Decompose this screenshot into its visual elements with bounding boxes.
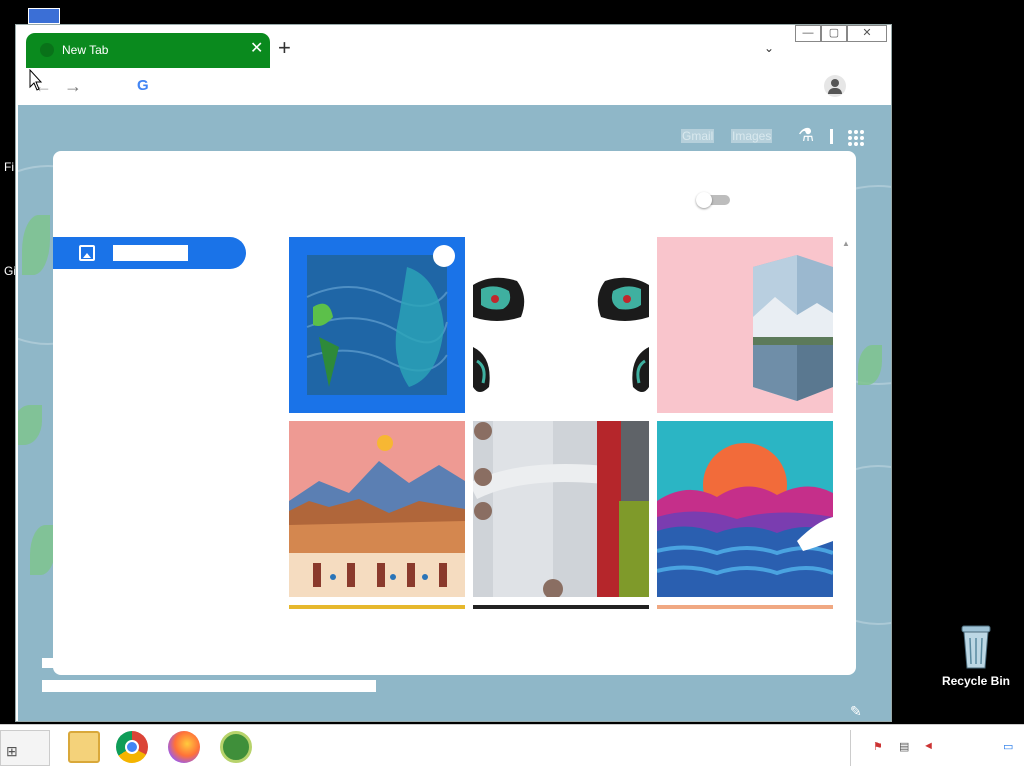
image-icon [79, 245, 95, 261]
background-leaf [18, 405, 42, 445]
tab-favicon-icon [40, 43, 54, 57]
tab-title: New Tab [62, 43, 109, 57]
tab-strip: New Tab ✕ + ⌄ — ▢ ✕ [16, 25, 891, 69]
background-tile-partial[interactable] [289, 605, 465, 609]
divider [830, 129, 833, 144]
background-tile-abstract[interactable] [473, 421, 649, 597]
background-tile-partial[interactable] [473, 605, 649, 609]
sidebar-item-label [113, 245, 188, 261]
selected-check-icon [433, 245, 455, 267]
browser-window: New Tab ✕ + ⌄ — ▢ ✕ ← → G Gmail Images ⚗… [15, 24, 892, 722]
green-app-icon[interactable] [220, 731, 252, 763]
mouse-cursor-icon [29, 69, 43, 91]
maximize-button[interactable]: ▢ [821, 25, 847, 42]
recycle-bin-icon [958, 624, 994, 670]
recycle-bin-label: Recycle Bin [941, 674, 1011, 688]
volume-muted-icon[interactable]: ◄ [923, 740, 939, 754]
background-tile-ravens[interactable] [473, 237, 649, 413]
background-tile-desert[interactable] [289, 421, 465, 597]
browser-toolbar: ← → G [16, 69, 891, 105]
file-explorer-icon[interactable] [68, 731, 100, 763]
background-tile-mountain-cube[interactable] [657, 237, 833, 413]
firefox-icon[interactable] [168, 731, 200, 763]
new-tab-page: Gmail Images ⚗ ▲ ✎ [18, 105, 891, 721]
sidebar-item-background[interactable] [53, 237, 246, 269]
taskbar: ⊞ ⚑ ▤ ◄ ▭ [0, 724, 1024, 768]
forward-icon[interactable]: → [64, 76, 82, 97]
desktop-icon-partial[interactable] [28, 8, 60, 24]
images-link[interactable]: Images [731, 129, 773, 143]
profile-avatar-icon[interactable] [824, 75, 846, 97]
scroll-up-arrow-icon[interactable]: ▲ [842, 239, 850, 248]
start-button[interactable]: ⊞ [0, 730, 50, 766]
google-icon[interactable]: G [137, 77, 149, 94]
apps-grid-icon[interactable] [848, 130, 864, 146]
new-tab-button[interactable]: + [278, 37, 291, 59]
footer-placeholder [42, 658, 72, 668]
chrome-icon[interactable] [116, 731, 148, 763]
system-tray: ⚑ ▤ ◄ ▭ [850, 730, 1024, 766]
desktop-icon-partial-label[interactable]: Fi [4, 160, 14, 174]
tab-new-tab[interactable]: New Tab ✕ [26, 33, 270, 68]
daily-refresh-toggle[interactable] [696, 192, 730, 208]
minimize-button[interactable]: — [795, 25, 821, 42]
tab-close-icon[interactable]: ✕ [250, 41, 263, 57]
tab-list-dropdown-icon[interactable]: ⌄ [764, 41, 774, 55]
background-tile-ocean[interactable] [289, 237, 465, 413]
show-desktop-icon[interactable]: ▭ [1003, 740, 1019, 754]
windows-logo-icon: ⊞ [6, 743, 18, 759]
labs-flask-icon[interactable]: ⚗ [798, 125, 814, 146]
close-window-button[interactable]: ✕ [847, 25, 887, 42]
background-tile-partial[interactable] [657, 605, 833, 609]
gmail-link[interactable]: Gmail [681, 129, 715, 143]
recycle-bin[interactable]: Recycle Bin [934, 622, 1018, 688]
action-center-warning-icon[interactable]: ⚑ [873, 740, 889, 754]
footer-link-placeholder[interactable] [42, 680, 376, 692]
desktop: Fi Gi Recycle Bin New Tab ✕ + ⌄ — ▢ ✕ ← … [0, 0, 1024, 768]
network-icon[interactable]: ▤ [899, 740, 915, 754]
customize-pencil-icon[interactable]: ✎ [850, 703, 862, 720]
background-tile-sunset[interactable] [657, 421, 833, 597]
customize-dialog: ▲ [53, 151, 856, 675]
toggle-knob [696, 192, 712, 208]
